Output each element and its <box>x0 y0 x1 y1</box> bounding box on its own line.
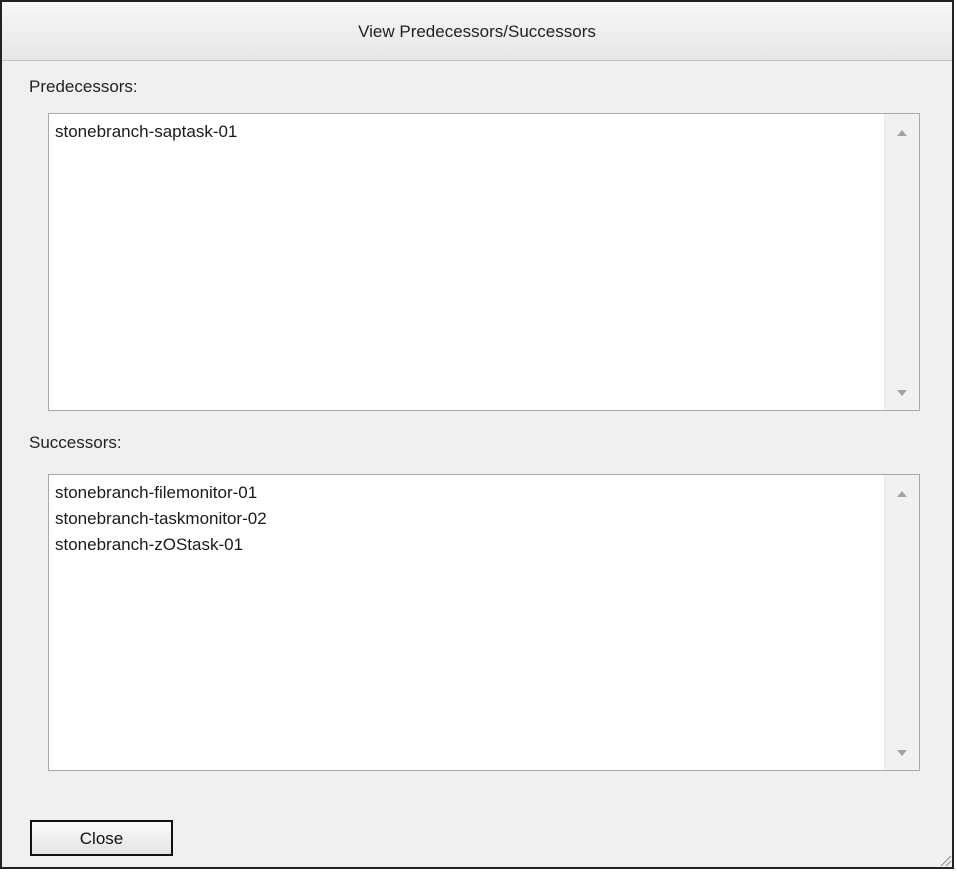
successors-items: stonebranch-filemonitor-01 stonebranch-ta… <box>55 480 879 558</box>
predecessors-label: Predecessors: <box>29 77 138 96</box>
list-item[interactable]: stonebranch-filemonitor-01 <box>55 480 879 506</box>
resize-grip-icon[interactable] <box>938 853 952 867</box>
successors-label: Successors: <box>29 433 122 452</box>
scroll-up-arrow-icon[interactable] <box>897 130 907 136</box>
list-item[interactable]: stonebranch-saptask-01 <box>55 119 879 145</box>
scroll-up-arrow-icon[interactable] <box>897 491 907 497</box>
predecessors-successors-dialog: View Predecessors/Successors Predecessor… <box>0 0 954 869</box>
predecessors-scrollbar[interactable] <box>884 114 919 410</box>
list-item[interactable]: stonebranch-zOStask-01 <box>55 532 879 558</box>
list-item[interactable]: stonebranch-taskmonitor-02 <box>55 506 879 532</box>
successors-scrollbar[interactable] <box>884 475 919 770</box>
predecessors-items: stonebranch-saptask-01 <box>55 119 879 145</box>
scroll-down-arrow-icon[interactable] <box>897 390 907 396</box>
dialog-title[interactable]: View Predecessors/Successors <box>2 2 952 61</box>
scroll-down-arrow-icon[interactable] <box>897 750 907 756</box>
predecessors-list[interactable]: stonebranch-saptask-01 <box>48 113 920 411</box>
successors-list[interactable]: stonebranch-filemonitor-01 stonebranch-ta… <box>48 474 920 771</box>
close-button[interactable]: Close <box>30 820 173 856</box>
